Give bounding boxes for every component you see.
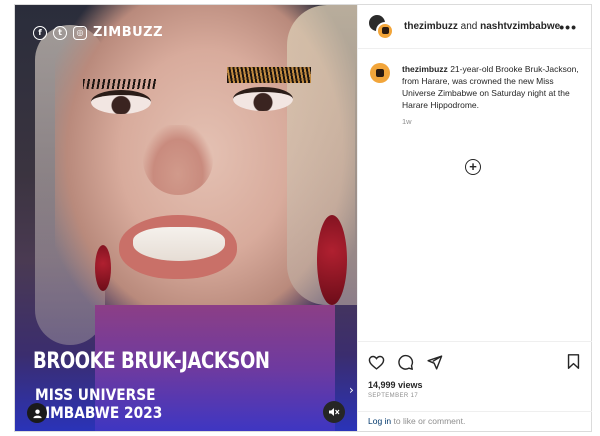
login-prompt: Log in to like or comment. [358, 411, 592, 431]
caption-body: thezimbuzz 21-year-old Brooke Bruk-Jacks… [402, 63, 580, 126]
eye-right [233, 87, 293, 111]
caption-text: thezimbuzz 21-year-old Brooke Bruk-Jacks… [402, 63, 580, 111]
teeth [133, 227, 225, 261]
and-text: and [460, 21, 478, 32]
collab-username[interactable]: nashtvzimbabwe [480, 21, 560, 32]
nose [143, 125, 213, 195]
bookmark-icon[interactable] [565, 353, 582, 370]
brand-watermark: f t ◎ ZIMBUZZ [33, 25, 163, 40]
caption-time: 1w [402, 117, 412, 126]
login-link[interactable]: Log in [368, 416, 391, 426]
twitter-icon: t [53, 25, 67, 40]
share-icon[interactable] [426, 354, 443, 371]
collab-avatars[interactable] [368, 13, 394, 40]
action-row [368, 350, 582, 374]
heart-icon[interactable] [368, 354, 385, 371]
post-date: SEPTEMBER 17 [368, 393, 419, 399]
post-header: thezimbuzz and nashtvzimbabwe ••• [358, 5, 591, 49]
video-headline: BROOKE BRUK-JACKSON [33, 349, 270, 374]
brand-name: ZIMBUZZ [93, 25, 164, 40]
facebook-icon: f [33, 25, 47, 40]
post-authors: thezimbuzz and nashtvzimbabwe [404, 21, 560, 32]
avatar[interactable] [370, 63, 390, 83]
add-circle-icon[interactable]: + [465, 159, 481, 175]
post-sidebar: thezimbuzz and nashtvzimbabwe ••• thezim… [357, 5, 592, 431]
lashes-left [83, 79, 157, 89]
login-prompt-text: to like or comment. [391, 416, 466, 426]
video-subline-2: ZIMBABWE 2023 [35, 403, 163, 422]
caption: thezimbuzz 21-year-old Brooke Bruk-Jacks… [358, 49, 591, 126]
lashes-right [227, 67, 311, 83]
post-media-video[interactable]: f t ◎ ZIMBUZZ BROOKE BRUK-JACKSON MISS U… [15, 5, 357, 431]
caption-username[interactable]: thezimbuzz [402, 64, 448, 74]
view-count[interactable]: 14,999 views [368, 380, 582, 390]
eye-left [91, 90, 151, 114]
earring-right [317, 215, 347, 305]
post-actions: 14,999 views SEPTEMBER 17 [358, 341, 592, 399]
user-icon [32, 408, 42, 418]
post-modal: f t ◎ ZIMBUZZ BROOKE BRUK-JACKSON MISS U… [14, 4, 592, 432]
video-subline-1: MISS UNIVERSE [35, 385, 156, 404]
avatar [376, 21, 394, 40]
mute-button[interactable] [323, 401, 345, 423]
more-options-icon[interactable]: ••• [559, 19, 577, 35]
chevron-right-icon[interactable]: › [349, 383, 354, 397]
speaker-muted-icon [329, 408, 340, 416]
earring-left [95, 245, 111, 291]
tagged-users-button[interactable] [27, 403, 47, 423]
author-username[interactable]: thezimbuzz [404, 21, 458, 32]
instagram-icon: ◎ [73, 25, 87, 40]
comment-icon[interactable] [397, 354, 414, 371]
